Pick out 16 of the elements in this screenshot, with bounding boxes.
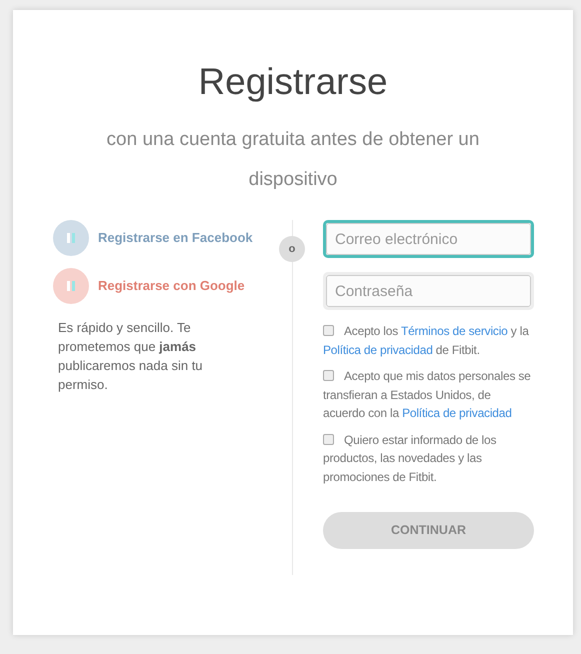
policy-link[interactable]: Términos de servicio xyxy=(400,324,508,338)
checkbox[interactable] xyxy=(323,325,334,336)
input-field[interactable]: Correo electrónico xyxy=(323,220,534,258)
divider-label: o xyxy=(279,236,305,262)
consent-text: Acepto que mis datos personales se transfieran a Estados Unidos, de acuerdo con la Política de privacidad xyxy=(323,368,532,422)
page-title: Registrarse xyxy=(198,60,388,104)
policy-link[interactable]: Política de privacidad xyxy=(323,342,433,356)
checkbox[interactable] xyxy=(323,370,334,381)
checkbox[interactable] xyxy=(323,434,334,444)
policy-link[interactable]: Política de privacidad xyxy=(402,406,512,420)
consent-text: Quiero estar informado de los productos, las novedades y las promociones de Fitbit. xyxy=(323,432,498,486)
subtitle: con una cuenta gratuita antes de obtener un dispositivo xyxy=(106,128,480,192)
consent-text: Acepto los Términos de servicio y la Política de privacidad de Fitbit. xyxy=(323,323,530,358)
placeholder-icon xyxy=(67,281,75,291)
placeholder-icon xyxy=(67,233,75,243)
reassurance-text: Es rápido y sencillo. Te prometemos que jamás publicaremos nada sin tu permiso. xyxy=(58,319,204,394)
